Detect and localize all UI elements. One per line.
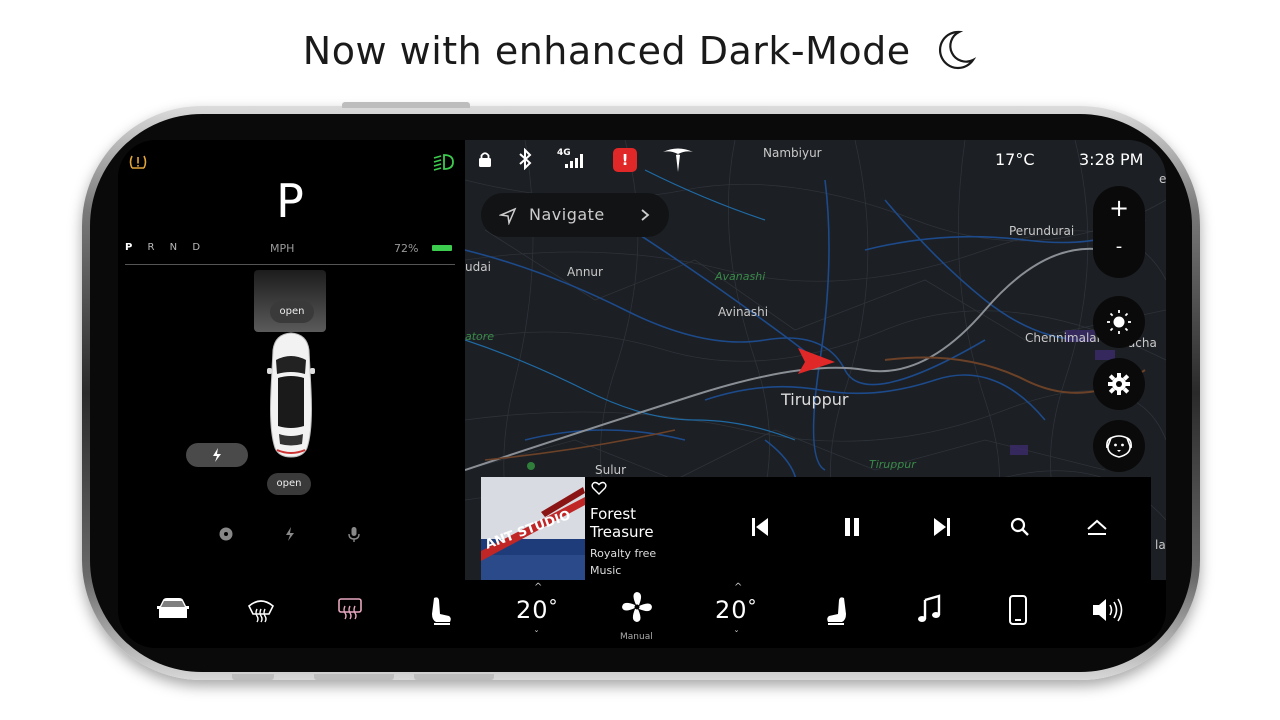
pause-icon[interactable] <box>841 515 863 539</box>
map-place-label: Nambiyur <box>763 146 822 160</box>
tire-warning-icon[interactable] <box>128 152 148 176</box>
dashcam-icon[interactable] <box>216 524 236 544</box>
tesla-logo-icon[interactable] <box>661 146 695 174</box>
map-place-label: Chennimalai <box>1025 331 1100 345</box>
driver-temp-down[interactable]: ˇ <box>534 630 539 641</box>
chevron-right-icon <box>641 209 650 221</box>
phone-icon[interactable] <box>1008 594 1028 626</box>
driver-temperature: 20° <box>516 596 559 624</box>
song-artist: Royalty free Music <box>590 547 657 577</box>
battery-percentage: 72% <box>394 242 419 255</box>
passenger-temperature: 20° <box>715 596 758 624</box>
frunk-open-button[interactable]: open <box>270 301 314 323</box>
fan-icon[interactable] <box>620 590 654 624</box>
car-screen: P P R N D MPH 72% open open Nambiyur Per… <box>118 140 1166 648</box>
bluetooth-icon[interactable] <box>517 148 533 170</box>
map-place-label: lai <box>1155 538 1166 552</box>
microphone-icon[interactable] <box>344 524 364 544</box>
expand-player-icon[interactable] <box>1085 515 1109 539</box>
front-defrost-icon[interactable] <box>246 594 276 624</box>
driver-seat-icon[interactable] <box>428 594 454 628</box>
phone-side-button <box>314 674 394 680</box>
previous-track-icon[interactable] <box>749 515 771 539</box>
navigate-search[interactable]: Navigate <box>481 193 669 237</box>
charge-port-icon <box>213 448 221 462</box>
lightning-icon[interactable] <box>280 524 300 544</box>
map-place-label: Tiruppur <box>781 390 849 409</box>
map-place-label: Tiruppur <box>869 458 916 471</box>
zoom-in-button[interactable]: + <box>1093 194 1145 222</box>
divider <box>125 264 455 265</box>
headline-text: Now with enhanced Dark-Mode <box>302 29 911 73</box>
car-top-view <box>267 332 315 458</box>
dog-icon <box>1106 435 1132 458</box>
media-player: ANT STUDIO Forest Treasure Royalty free … <box>481 477 1151 580</box>
gear-icon <box>1108 373 1130 395</box>
outside-temperature: 17°C <box>995 150 1035 169</box>
next-track-icon[interactable] <box>931 515 953 539</box>
bottom-dock: ^ 20° ˇ Manual ^ 20° ˇ <box>118 580 1166 648</box>
search-icon[interactable] <box>1009 515 1031 539</box>
quick-actions <box>216 524 366 544</box>
zoom-out-button[interactable]: - <box>1093 236 1145 257</box>
map-place-label: e <box>1159 172 1166 186</box>
gear-indicator: P <box>276 174 304 228</box>
music-note-icon[interactable] <box>916 594 942 626</box>
alert-icon[interactable]: ! <box>613 148 637 172</box>
map-place-label: Perundurai <box>1009 224 1075 238</box>
settings-button[interactable] <box>1093 358 1145 410</box>
headlights-icon[interactable] <box>432 152 454 176</box>
lte-signal-icon: 4G <box>557 148 587 170</box>
map-place-label: Avinashi <box>718 305 769 319</box>
map-place-label: udai <box>465 260 491 274</box>
headline: Now with enhanced Dark-Mode <box>0 28 1280 79</box>
phone-side-button <box>414 674 494 680</box>
phone-side-button <box>342 102 470 108</box>
car-icon[interactable] <box>156 594 190 624</box>
zoom-control: + - <box>1093 186 1145 278</box>
phone-side-button <box>232 674 274 680</box>
navigation-arrow-icon <box>499 207 517 225</box>
sun-icon <box>1107 310 1131 334</box>
album-art[interactable]: ANT STUDIO <box>481 477 585 580</box>
map-place-label: Avanashi <box>715 270 766 283</box>
lock-icon[interactable] <box>477 150 493 168</box>
volume-icon[interactable] <box>1090 594 1126 626</box>
heart-icon[interactable] <box>591 481 607 495</box>
rear-defrost-icon[interactable] <box>336 594 364 624</box>
map-place-label: Sulur <box>595 463 627 477</box>
fan-mode-label: Manual <box>620 632 653 642</box>
driver-temp-up[interactable]: ^ <box>534 582 542 593</box>
gear-selector: P R N D <box>125 242 207 253</box>
clock: 3:28 PM <box>1079 150 1144 169</box>
passenger-temp-down[interactable]: ˇ <box>734 630 739 641</box>
passenger-seat-icon[interactable] <box>824 594 850 628</box>
navigate-label: Navigate <box>529 205 605 224</box>
moon-icon <box>937 28 977 79</box>
song-title: Forest Treasure <box>590 505 654 541</box>
map-place-label: Annur <box>567 265 603 279</box>
map-place-label: atore <box>465 330 495 343</box>
passenger-temp-up[interactable]: ^ <box>734 582 742 593</box>
battery-bar <box>432 245 452 251</box>
dog-mode-button[interactable] <box>1093 420 1145 472</box>
brightness-button[interactable] <box>1093 296 1145 348</box>
speed-unit: MPH <box>270 242 295 255</box>
vehicle-panel: P P R N D MPH 72% open open <box>118 140 465 580</box>
charge-port-button[interactable] <box>186 443 248 467</box>
trunk-open-button[interactable]: open <box>267 473 311 495</box>
